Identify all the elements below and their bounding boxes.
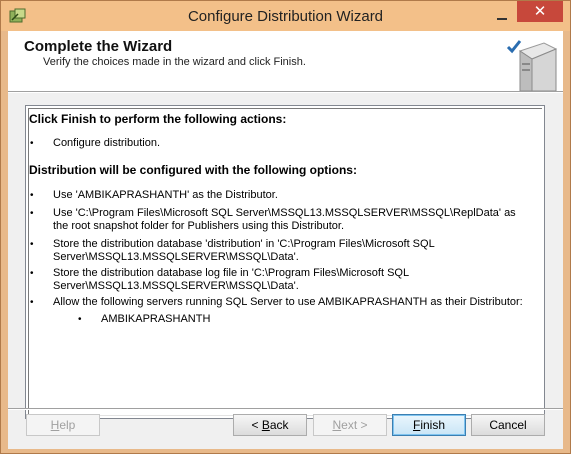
list-item: • Configure distribution.: [29, 137, 539, 151]
minimize-button[interactable]: [489, 5, 515, 25]
list-item: • Store the distribution database 'distr…: [29, 238, 539, 266]
window-title: Configure Distribution Wizard: [187, 8, 384, 25]
page-title: Complete the Wizard: [24, 38, 173, 55]
bullet: •: [30, 239, 34, 250]
option-text: Use 'C:\Program Files\Microsoft SQL Serv…: [53, 207, 516, 232]
help-button[interactable]: Help: [26, 414, 100, 436]
finish-button[interactable]: Finish: [392, 414, 466, 436]
list-item: • Use 'C:\Program Files\Microsoft SQL Se…: [29, 207, 539, 235]
list-item: • Allow the following servers running SQ…: [29, 296, 539, 310]
server-name: AMBIKAPRASHANTH: [101, 313, 211, 325]
list-item: • Use 'AMBIKAPRASHANTH' as the Distribut…: [29, 189, 539, 203]
cancel-button[interactable]: Cancel: [471, 414, 545, 436]
back-button[interactable]: < Back: [233, 414, 307, 436]
header-divider: [8, 91, 563, 93]
list-item: • AMBIKAPRASHANTH: [29, 313, 539, 327]
bullet: •: [30, 268, 34, 279]
bullet: •: [30, 208, 34, 219]
wizard-client: Complete the Wizard Verify the choices m…: [8, 31, 563, 449]
actions-heading: Click Finish to perform the following ac…: [29, 112, 287, 126]
options-heading: Distribution will be configured with the…: [29, 163, 357, 177]
bullet: •: [78, 314, 82, 325]
footer-divider: [8, 408, 563, 410]
wizard-window: Configure Distribution Wizard ✕ Complete…: [0, 0, 571, 454]
option-text: Use 'AMBIKAPRASHANTH' as the Distributor…: [53, 189, 278, 201]
option-text: Store the distribution database 'distrib…: [53, 238, 435, 263]
wizard-header: Complete the Wizard Verify the choices m…: [8, 31, 563, 91]
title-bar[interactable]: Configure Distribution Wizard ✕: [1, 1, 570, 31]
action-text: Configure distribution.: [53, 137, 161, 149]
close-button[interactable]: ✕: [517, 1, 563, 22]
option-text: Allow the following servers running SQL …: [53, 296, 523, 308]
server-check-icon: [506, 40, 558, 91]
summary-content: Click Finish to perform the following ac…: [28, 108, 542, 416]
bullet: •: [30, 138, 34, 149]
option-text: Store the distribution database log file…: [53, 267, 409, 292]
bullet: •: [30, 190, 34, 201]
list-item: • Store the distribution database log fi…: [29, 267, 539, 295]
next-button[interactable]: Next >: [313, 414, 387, 436]
summary-box[interactable]: Click Finish to perform the following ac…: [25, 105, 545, 419]
page-subtitle: Verify the choices made in the wizard an…: [43, 56, 306, 68]
bullet: •: [30, 297, 34, 308]
